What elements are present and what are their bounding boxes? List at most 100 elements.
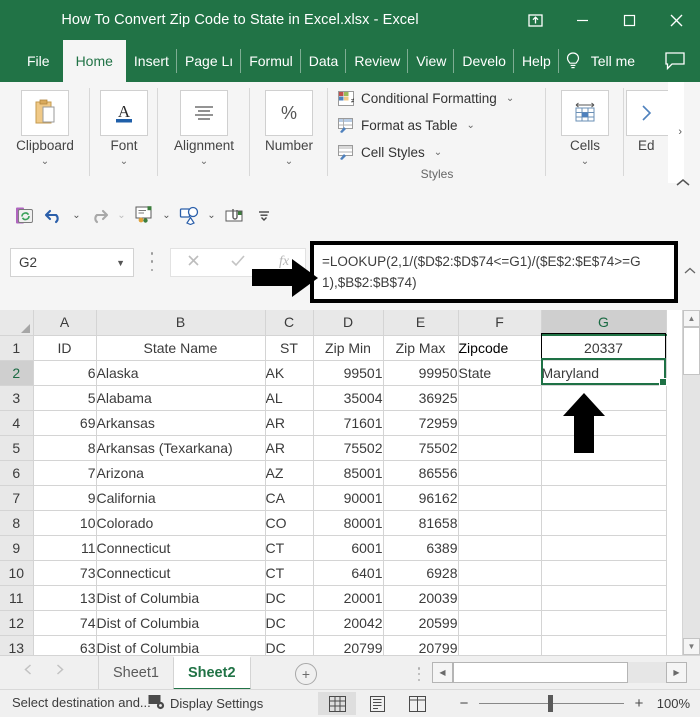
redo-icon[interactable] — [85, 201, 113, 229]
cell-E2[interactable]: 99950 — [383, 360, 458, 385]
cell-C7[interactable]: CA — [265, 485, 313, 510]
cell-E1[interactable]: Zip Max — [383, 335, 458, 360]
cell-D11[interactable]: 20001 — [313, 585, 383, 610]
row-header-4[interactable]: 4 — [0, 410, 33, 435]
row-header-1[interactable]: 1 — [0, 335, 33, 360]
cell-A5[interactable]: 8 — [33, 435, 96, 460]
cell-C11[interactable]: DC — [265, 585, 313, 610]
spreadsheet-grid[interactable]: A B C D E F G 1 ID State Name ST Zip Min… — [0, 310, 700, 655]
cell-A3[interactable]: 5 — [33, 385, 96, 410]
cell-F2[interactable]: State — [458, 360, 541, 385]
column-header-a[interactable]: A — [33, 310, 96, 335]
cell-C12[interactable]: DC — [265, 610, 313, 635]
cell-F8[interactable] — [458, 510, 541, 535]
cell-F9[interactable] — [458, 535, 541, 560]
cell-D9[interactable]: 6001 — [313, 535, 383, 560]
cell-F4[interactable] — [458, 410, 541, 435]
cell-C5[interactable]: AR — [265, 435, 313, 460]
expand-formula-bar-icon[interactable] — [682, 260, 698, 282]
cell-D4[interactable]: 71601 — [313, 410, 383, 435]
cell-F13[interactable] — [458, 635, 541, 655]
undo-dropdown-icon[interactable]: ⌄ — [70, 201, 83, 229]
cell-G10[interactable] — [541, 560, 666, 585]
cell-A4[interactable]: 69 — [33, 410, 96, 435]
tab-file[interactable]: File — [14, 40, 63, 82]
column-header-b[interactable]: B — [96, 310, 265, 335]
zoom-slider[interactable] — [479, 694, 624, 713]
alignment-caret-icon[interactable]: ⌄ — [158, 157, 250, 167]
cell-E11[interactable]: 20039 — [383, 585, 458, 610]
cell-B4[interactable]: Arkansas — [96, 410, 265, 435]
sheet-tab-sheet2[interactable]: Sheet2 — [173, 656, 251, 690]
cell-C4[interactable]: AR — [265, 410, 313, 435]
cell-G13[interactable] — [541, 635, 666, 655]
font-button[interactable]: A — [100, 90, 148, 136]
cell-A11[interactable]: 13 — [33, 585, 96, 610]
number-caret-icon[interactable]: ⌄ — [250, 157, 328, 167]
page-break-preview-icon[interactable] — [398, 692, 436, 715]
cell-D5[interactable]: 75502 — [313, 435, 383, 460]
cell-D7[interactable]: 90001 — [313, 485, 383, 510]
formula-input[interactable]: =LOOKUP(2,1/($D$2:$D$74<=G1)/($E$2:$E$74… — [310, 241, 678, 303]
cell-E5[interactable]: 75502 — [383, 435, 458, 460]
next-sheet-icon[interactable] — [53, 663, 66, 681]
formula-bar-grip[interactable] — [150, 252, 154, 271]
cell-F1[interactable]: Zipcode — [458, 335, 541, 360]
cells-button[interactable] — [561, 90, 609, 136]
cell-styles-item[interactable]: Cell Styles ⌄ — [338, 145, 442, 160]
alignment-button[interactable] — [180, 90, 228, 136]
redo-dropdown-icon[interactable]: ⌄ — [115, 201, 128, 229]
cell-C6[interactable]: AZ — [265, 460, 313, 485]
cell-A7[interactable]: 9 — [33, 485, 96, 510]
page-layout-view-icon[interactable] — [358, 692, 396, 715]
row-header-12[interactable]: 12 — [0, 610, 33, 635]
cell-A12[interactable]: 74 — [33, 610, 96, 635]
cell-D10[interactable]: 6401 — [313, 560, 383, 585]
cell-E12[interactable]: 20599 — [383, 610, 458, 635]
sheet-tab-sheet1[interactable]: Sheet1 — [98, 656, 173, 690]
scroll-up-icon[interactable]: ▲ — [683, 310, 700, 327]
enter-icon[interactable] — [230, 253, 246, 273]
tab-developer[interactable]: Develo — [454, 40, 514, 82]
vertical-scrollbar-track[interactable] — [683, 375, 700, 638]
horizontal-scrollbar[interactable]: ◀ ▶ — [432, 662, 687, 683]
cell-C13[interactable]: DC — [265, 635, 313, 655]
row-header-13[interactable]: 13 — [0, 635, 33, 655]
close-icon[interactable] — [653, 0, 700, 40]
format-as-table-item[interactable]: Format as Table ⌄ — [338, 118, 475, 133]
name-box[interactable]: G2 ▼ — [10, 248, 134, 277]
name-box-chevron-down-icon[interactable]: ▼ — [116, 258, 125, 268]
cell-C3[interactable]: AL — [265, 385, 313, 410]
comments-icon[interactable] — [664, 40, 686, 82]
cell-A1[interactable]: ID — [33, 335, 96, 360]
column-header-c[interactable]: C — [265, 310, 313, 335]
cell-G12[interactable] — [541, 610, 666, 635]
tab-home[interactable]: Home — [63, 40, 126, 82]
cell-D12[interactable]: 20042 — [313, 610, 383, 635]
send-to-mail-recipient-icon[interactable] — [130, 201, 158, 229]
cell-A13[interactable]: 63 — [33, 635, 96, 655]
cell-C8[interactable]: CO — [265, 510, 313, 535]
cells-caret-icon[interactable]: ⌄ — [546, 157, 624, 167]
tab-formulas[interactable]: Formul — [241, 40, 301, 82]
cell-G2[interactable]: Maryland — [541, 360, 666, 385]
conditional-formatting-item[interactable]: ≠ Conditional Formatting ⌄ — [338, 91, 514, 106]
add-sheet-button[interactable]: + — [295, 663, 317, 685]
tab-page-layout[interactable]: Page Lı — [177, 40, 241, 82]
cancel-icon[interactable] — [186, 253, 201, 273]
cell-E13[interactable]: 20799 — [383, 635, 458, 655]
cell-D6[interactable]: 85001 — [313, 460, 383, 485]
vertical-scrollbar[interactable]: ▲ ▼ — [682, 310, 700, 655]
cell-E6[interactable]: 86556 — [383, 460, 458, 485]
zoom-out-button[interactable]: − — [458, 696, 470, 711]
column-header-g[interactable]: G — [541, 310, 666, 335]
cell-B2[interactable]: Alaska — [96, 360, 265, 385]
cell-F3[interactable] — [458, 385, 541, 410]
cell-F12[interactable] — [458, 610, 541, 635]
cell-F6[interactable] — [458, 460, 541, 485]
column-header-e[interactable]: E — [383, 310, 458, 335]
cell-E3[interactable]: 36925 — [383, 385, 458, 410]
cell-A6[interactable]: 7 — [33, 460, 96, 485]
cell-C2[interactable]: AK — [265, 360, 313, 385]
cell-D8[interactable]: 80001 — [313, 510, 383, 535]
